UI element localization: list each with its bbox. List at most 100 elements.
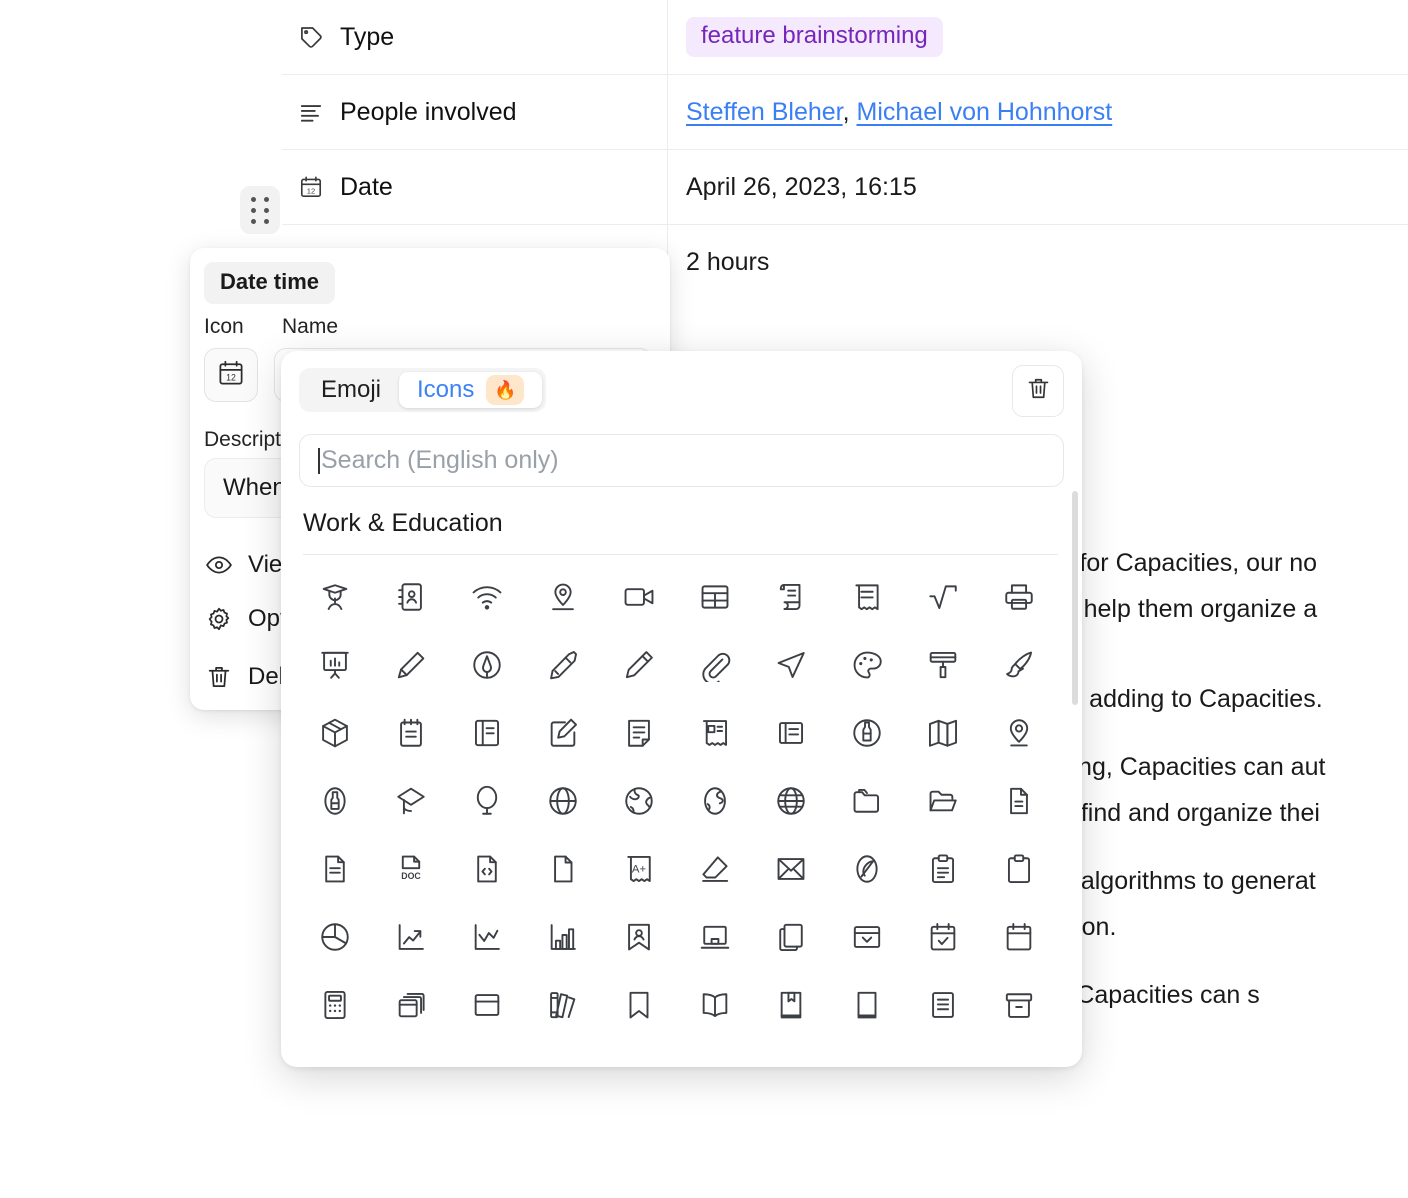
property-label-cell[interactable]: 12 Date: [282, 150, 668, 224]
person-link[interactable]: Michael von Hohnhorst: [857, 98, 1113, 126]
file-code-icon[interactable]: [449, 835, 525, 903]
globe-wire-icon[interactable]: [753, 767, 829, 835]
property-label-cell[interactable]: People involved: [282, 75, 668, 149]
pen-circle-icon[interactable]: [449, 631, 525, 699]
table-icon[interactable]: [677, 563, 753, 631]
property-value-cell[interactable]: feature brainstorming: [668, 0, 1408, 74]
location-pin-stand-icon[interactable]: [525, 563, 601, 631]
wifi-icon[interactable]: [449, 563, 525, 631]
app-screen: s for Capacities, our no ill help them o…: [0, 0, 1408, 1198]
folder-open-icon[interactable]: [905, 767, 981, 835]
map-folded-icon[interactable]: [905, 699, 981, 767]
square-root-icon[interactable]: [905, 563, 981, 631]
remove-icon-button[interactable]: [1012, 365, 1064, 417]
laptop-icon[interactable]: [677, 903, 753, 971]
receipt-text-icon[interactable]: [829, 563, 905, 631]
chart-up-icon[interactable]: [373, 903, 449, 971]
property-value-cell[interactable]: 2 hours: [668, 225, 1408, 299]
feather-circle-icon[interactable]: [829, 835, 905, 903]
calendar-check-icon[interactable]: [905, 903, 981, 971]
tab-emoji[interactable]: Emoji: [303, 372, 399, 408]
notepad-icon[interactable]: [373, 699, 449, 767]
book-closed-icon[interactable]: [829, 971, 905, 1039]
marker-circle-icon[interactable]: [829, 699, 905, 767]
duration-value: 2 hours: [686, 248, 769, 277]
picker-scrollbar[interactable]: [1072, 491, 1078, 705]
earth-icon[interactable]: [601, 767, 677, 835]
pen-tool-icon[interactable]: [373, 631, 449, 699]
file-copy-icon[interactable]: [981, 767, 1057, 835]
clipboard-icon[interactable]: [981, 835, 1057, 903]
eraser-icon[interactable]: [677, 835, 753, 903]
property-type-badge[interactable]: Date time: [204, 262, 335, 304]
bookmark-icon[interactable]: [601, 971, 677, 1039]
pencil-icon[interactable]: [601, 631, 677, 699]
document-lines-icon[interactable]: [905, 971, 981, 1039]
grade-a-plus-icon[interactable]: A+: [601, 835, 677, 903]
book-open-icon[interactable]: [677, 971, 753, 1039]
books-icon[interactable]: [525, 971, 601, 1039]
send-icon[interactable]: [753, 631, 829, 699]
clipboard-text-icon[interactable]: [905, 835, 981, 903]
calendar-blank-icon[interactable]: [981, 903, 1057, 971]
graduation-cap-icon[interactable]: [373, 767, 449, 835]
calendar-icon: 12: [298, 174, 324, 200]
bookmark-person-icon[interactable]: [601, 903, 677, 971]
printer-icon[interactable]: [981, 563, 1057, 631]
icon-picker-trigger[interactable]: 12: [204, 348, 258, 402]
scroll-document-icon[interactable]: [753, 563, 829, 631]
property-value-cell[interactable]: Steffen Bleher, Michael von Hohnhorst: [668, 75, 1408, 149]
text-cursor: [318, 448, 320, 474]
document-text-icon[interactable]: [601, 699, 677, 767]
archive-box-icon[interactable]: [981, 971, 1057, 1039]
svg-text:12: 12: [226, 372, 236, 382]
file-text-icon[interactable]: [297, 835, 373, 903]
person-link[interactable]: Steffen Bleher: [686, 98, 843, 126]
status-badge[interactable]: feature brainstorming: [686, 17, 943, 57]
video-camera-icon[interactable]: [601, 563, 677, 631]
line-chart-icon[interactable]: [449, 903, 525, 971]
book-bookmark-icon[interactable]: [753, 971, 829, 1039]
search-field[interactable]: [299, 434, 1064, 487]
doc-line: er adding to Capacities.: [1060, 676, 1408, 722]
paperclip-icon[interactable]: [677, 631, 753, 699]
paint-roller-icon[interactable]: [905, 631, 981, 699]
property-label-cell[interactable]: Type: [282, 0, 668, 74]
file-blank-icon[interactable]: [525, 835, 601, 903]
balloon-icon[interactable]: [449, 767, 525, 835]
highlighter-circle-icon[interactable]: [297, 767, 373, 835]
envelope-icon[interactable]: [753, 835, 829, 903]
row-drag-handle[interactable]: [240, 186, 280, 234]
pie-chart-icon[interactable]: [297, 903, 373, 971]
book-open-side-icon[interactable]: [449, 699, 525, 767]
property-value-cell[interactable]: April 26, 2023, 16:15: [668, 150, 1408, 224]
package-box-icon[interactable]: [297, 699, 373, 767]
news-receipt-icon[interactable]: [677, 699, 753, 767]
browser-window-icon[interactable]: [449, 971, 525, 1039]
paint-brush-icon[interactable]: [981, 631, 1057, 699]
search-input[interactable]: [321, 446, 1021, 475]
globe-americas-icon[interactable]: [677, 767, 753, 835]
table-row[interactable]: Type feature brainstorming: [282, 0, 1408, 75]
folders-icon[interactable]: [829, 767, 905, 835]
table-row[interactable]: 12 Date April 26, 2023, 16:15: [282, 150, 1408, 225]
note-edit-icon[interactable]: [525, 699, 601, 767]
flame-icon: 🔥: [486, 375, 524, 405]
map-pin-icon[interactable]: [981, 699, 1057, 767]
graduation-person-icon[interactable]: [297, 563, 373, 631]
table-row[interactable]: People involved Steffen Bleher, Michael …: [282, 75, 1408, 150]
contact-book-icon[interactable]: [373, 563, 449, 631]
icon-picker-header: Emoji Icons 🔥: [281, 351, 1082, 427]
palette-icon[interactable]: [829, 631, 905, 699]
fountain-pen-icon[interactable]: [525, 631, 601, 699]
archive-inbox-icon[interactable]: [829, 903, 905, 971]
cards-stack-icon[interactable]: [373, 971, 449, 1039]
presentation-chart-icon[interactable]: [297, 631, 373, 699]
globe-grid-icon[interactable]: [525, 767, 601, 835]
file-doc-icon[interactable]: DOC: [373, 835, 449, 903]
copy-icon[interactable]: [753, 903, 829, 971]
calculator-icon[interactable]: [297, 971, 373, 1039]
bar-chart-icon[interactable]: [525, 903, 601, 971]
tab-icons[interactable]: Icons 🔥: [399, 372, 542, 408]
article-icon[interactable]: [753, 699, 829, 767]
